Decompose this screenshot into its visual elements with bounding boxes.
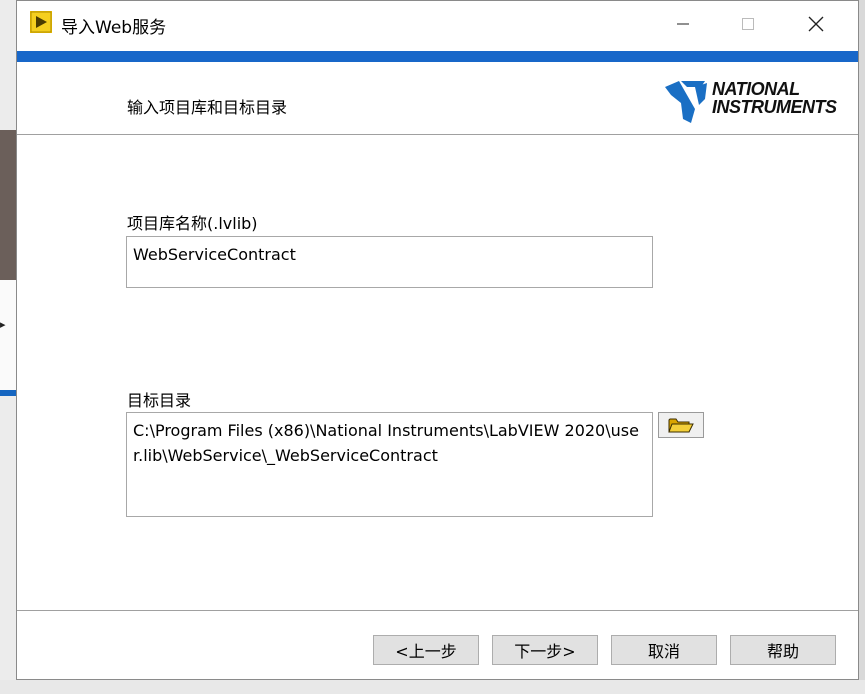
step-title: 输入项目库和目标目录 — [127, 98, 288, 117]
logo-wordmark: NATIONAL INSTRUMENTS — [712, 80, 837, 116]
title-bar[interactable]: 导入Web服务 — [17, 1, 858, 49]
logo-line-national: NATIONAL — [712, 79, 800, 99]
import-web-service-dialog: 导入Web服务 输入项目库和目标目录 NATIONAL INSTRUMENTS … — [16, 0, 859, 680]
header-divider — [17, 134, 858, 135]
browse-folder-button[interactable] — [658, 412, 704, 438]
wizard-header: 输入项目库和目标目录 NATIONAL INSTRUMENTS — [17, 62, 858, 134]
next-button[interactable]: 下一步> — [492, 635, 598, 665]
close-icon — [808, 16, 824, 32]
target-directory-label: 目标目录 — [127, 391, 192, 410]
folder-open-icon — [668, 418, 694, 433]
maximize-icon — [742, 18, 754, 30]
help-button[interactable]: 帮助 — [730, 635, 836, 665]
back-button[interactable]: <上一步 — [373, 635, 479, 665]
background-arrow-icon: ▸ — [0, 318, 6, 331]
accent-bar — [17, 51, 858, 62]
footer-divider — [17, 610, 858, 611]
background-taskbar — [0, 680, 865, 694]
background-accent — [0, 390, 16, 396]
window-title: 导入Web服务 — [61, 18, 167, 38]
target-directory-input[interactable]: C:\Program Files (x86)\National Instrume… — [126, 412, 653, 517]
minimize-button[interactable] — [654, 5, 712, 43]
close-button[interactable] — [787, 5, 845, 43]
logo-line-instruments: INSTRUMENTS — [712, 97, 837, 117]
background-panel-light — [0, 280, 16, 390]
cancel-button[interactable]: 取消 — [611, 635, 717, 665]
labview-app-icon — [30, 11, 52, 33]
library-name-label: 项目库名称(.lvlib) — [127, 214, 258, 233]
minimize-icon — [677, 23, 689, 25]
background-panel — [0, 130, 16, 280]
library-name-input[interactable]: WebServiceContract — [126, 236, 653, 288]
maximize-button[interactable] — [719, 5, 777, 43]
